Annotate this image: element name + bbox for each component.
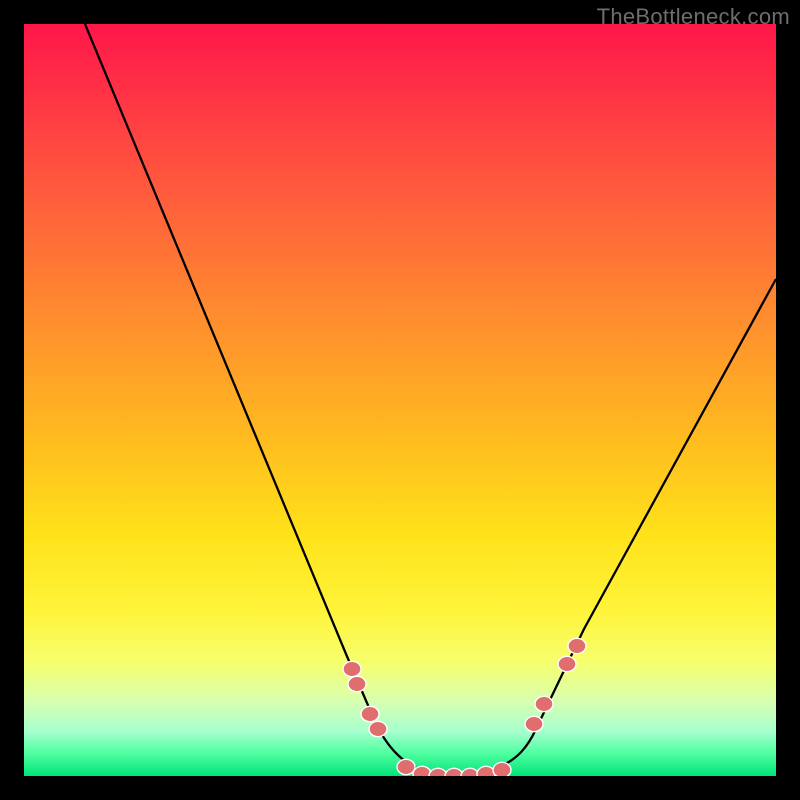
chart-marker bbox=[369, 721, 387, 736]
chart-curve bbox=[85, 24, 776, 774]
chart-marker bbox=[535, 696, 553, 711]
chart-marker bbox=[525, 716, 543, 731]
chart-marker bbox=[348, 676, 366, 691]
chart-marker bbox=[361, 706, 379, 721]
chart-plot-area bbox=[24, 24, 776, 776]
chart-markers bbox=[343, 638, 586, 776]
chart-marker bbox=[558, 656, 576, 671]
chart-marker bbox=[343, 661, 361, 676]
chart-marker bbox=[493, 762, 511, 776]
chart-marker bbox=[477, 766, 495, 776]
chart-marker bbox=[445, 768, 463, 776]
watermark-label: TheBottleneck.com bbox=[597, 4, 790, 30]
bottleneck-curve bbox=[85, 24, 776, 774]
chart-marker bbox=[461, 768, 479, 776]
chart-marker bbox=[413, 766, 431, 776]
chart-marker bbox=[568, 638, 586, 653]
chart-frame: TheBottleneck.com bbox=[0, 0, 800, 800]
chart-marker bbox=[397, 759, 415, 774]
chart-marker bbox=[429, 768, 447, 776]
chart-svg bbox=[24, 24, 776, 776]
